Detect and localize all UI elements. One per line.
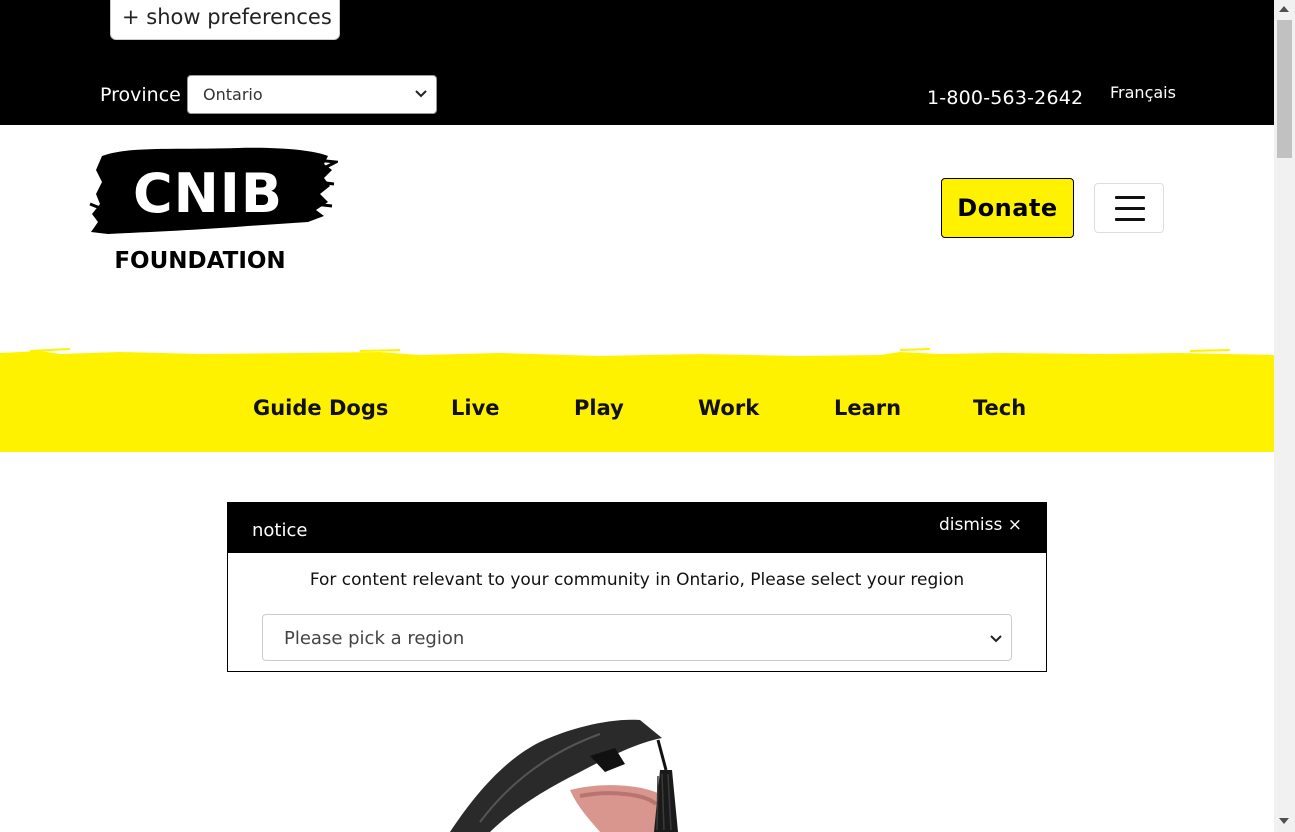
- hero-image: [440, 712, 740, 832]
- nav-item-tech[interactable]: Tech: [973, 396, 1026, 420]
- notice-message: For content relevant to your community i…: [309, 570, 965, 590]
- nav-item-play[interactable]: Play: [574, 396, 624, 420]
- logo-brush-graphic: CNIB FOUNDATION: [89, 147, 342, 274]
- hamburger-menu-icon: [1115, 218, 1145, 221]
- donate-button[interactable]: Donate: [941, 178, 1074, 238]
- region-notice: notice dismiss × For content relevant to…: [227, 502, 1047, 672]
- region-select[interactable]: Please pick a region: [262, 614, 1012, 661]
- province-label: Province: [100, 84, 181, 106]
- language-link[interactable]: Français: [1110, 83, 1176, 102]
- scroll-down-arrow-icon[interactable]: [1279, 818, 1289, 824]
- hamburger-menu-icon: [1115, 207, 1145, 210]
- hamburger-menu-icon: [1115, 196, 1145, 199]
- graduation-cap-image: [450, 719, 678, 832]
- scroll-up-arrow-icon[interactable]: [1279, 6, 1289, 12]
- chevron-down-icon: [990, 635, 1002, 643]
- nav-item-learn[interactable]: Learn: [834, 396, 901, 420]
- logo-text-foundation: FOUNDATION: [114, 248, 285, 274]
- show-preferences-button[interactable]: + show preferences: [110, 0, 340, 40]
- hamburger-menu-button[interactable]: [1094, 183, 1164, 233]
- nav-item-live[interactable]: Live: [451, 396, 500, 420]
- region-select-placeholder: Please pick a region: [284, 628, 465, 649]
- page-scrollbar[interactable]: [1274, 0, 1295, 832]
- dismiss-button[interactable]: dismiss ×: [939, 515, 1022, 535]
- province-select[interactable]: Ontario: [187, 75, 437, 114]
- scrollbar-thumb[interactable]: [1277, 20, 1292, 158]
- nav-brush-background: [0, 348, 1274, 452]
- nav-item-guide-dogs[interactable]: Guide Dogs: [253, 396, 388, 420]
- notice-title: notice: [252, 520, 308, 541]
- chevron-down-icon: [415, 90, 427, 98]
- main-navigation: [0, 345, 1274, 452]
- logo-text-cnib: CNIB: [133, 162, 283, 225]
- notice-header: notice dismiss ×: [228, 503, 1046, 553]
- nav-item-work[interactable]: Work: [698, 396, 759, 420]
- cnib-foundation-logo[interactable]: CNIB FOUNDATION: [88, 142, 342, 277]
- phone-link[interactable]: 1-800-563-2642: [927, 87, 1083, 109]
- province-select-value: Ontario: [203, 85, 263, 104]
